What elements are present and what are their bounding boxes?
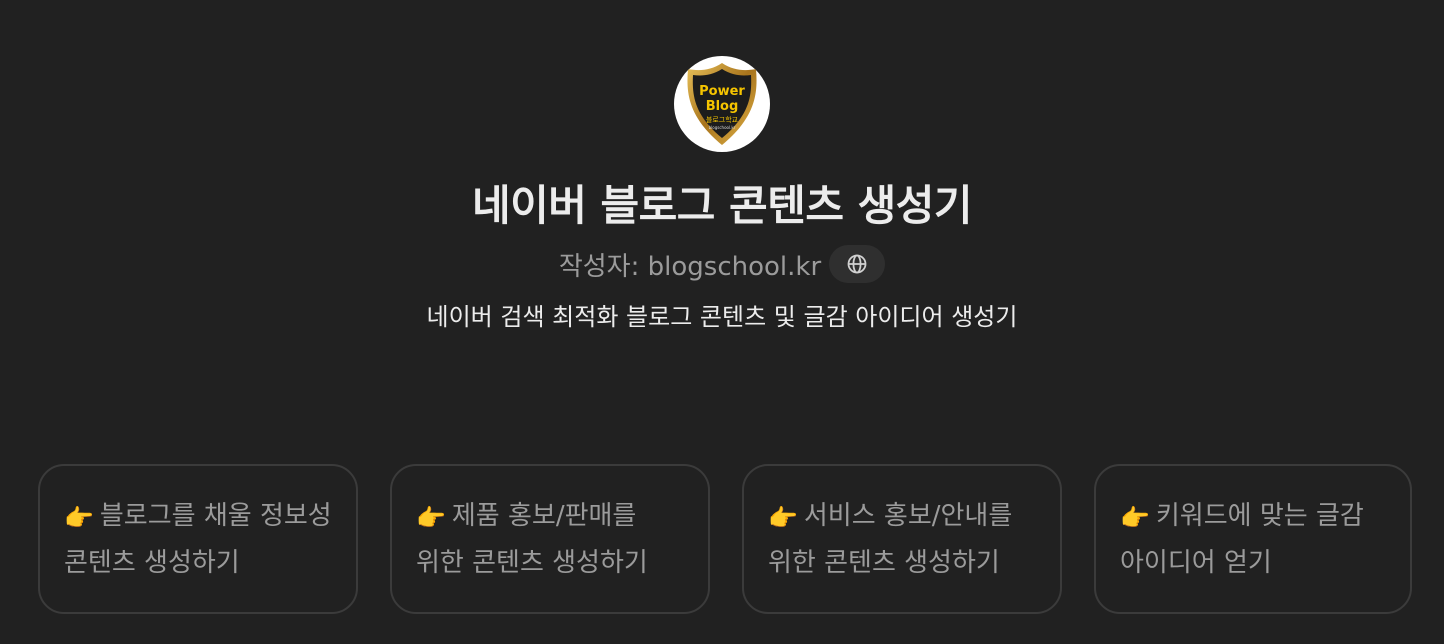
conversation-starters: 👉 블로그를 채울 정보성 콘텐츠 생성하기 👉 제품 홍보/판매를 위한 콘텐츠 … (38, 464, 1412, 614)
author-label: 작성자: blogschool.kr (558, 251, 822, 282)
logo-text-power: Power (699, 84, 745, 99)
gpt-header: Power Blog 블로그학교 blogschool.kr 네이버 블로그 콘… (0, 56, 1444, 334)
logo-avatar: Power Blog 블로그학교 blogschool.kr (674, 56, 770, 152)
gpt-description: 네이버 검색 최적화 블로그 콘텐츠 및 글감 아이디어 생성기 (426, 303, 1018, 331)
logo-text-school: 블로그학교 (706, 115, 739, 124)
page-title: 네이버 블로그 콘텐츠 생성기 (471, 181, 973, 230)
logo-text-url: blogschool.kr (709, 125, 736, 130)
website-link-button[interactable] (829, 245, 886, 283)
pointing-hand-icon: 👉 (768, 504, 798, 532)
page: Power Blog 블로그학교 blogschool.kr 네이버 블로그 콘… (0, 0, 1444, 644)
starter-card-service-promo[interactable]: 👉 서비스 홍보/안내를 위한 콘텐츠 생성하기 (742, 464, 1062, 614)
pointing-hand-icon: 👉 (1120, 504, 1150, 532)
starter-card-text: 제품 홍보/판매를 위한 콘텐츠 생성하기 (416, 501, 648, 578)
starter-card-product-promo[interactable]: 👉 제품 홍보/판매를 위한 콘텐츠 생성하기 (390, 464, 710, 614)
pointing-hand-icon: 👉 (64, 504, 94, 532)
author-row: 작성자: blogschool.kr (558, 244, 886, 284)
logo-text-blog: Blog (706, 99, 739, 114)
starter-card-text: 서비스 홍보/안내를 위한 콘텐츠 생성하기 (768, 501, 1013, 578)
globe-icon (847, 254, 867, 274)
shield-badge-icon: Power Blog 블로그학교 blogschool.kr (687, 63, 757, 145)
starter-card-text: 블로그를 채울 정보성 콘텐츠 생성하기 (64, 501, 332, 578)
pointing-hand-icon: 👉 (416, 504, 446, 532)
starter-card-info-content[interactable]: 👉 블로그를 채울 정보성 콘텐츠 생성하기 (38, 464, 358, 614)
starter-card-keyword-ideas[interactable]: 👉 키워드에 맞는 글감 아이디어 얻기 (1094, 464, 1412, 614)
starter-card-text: 키워드에 맞는 글감 아이디어 얻기 (1120, 501, 1364, 578)
